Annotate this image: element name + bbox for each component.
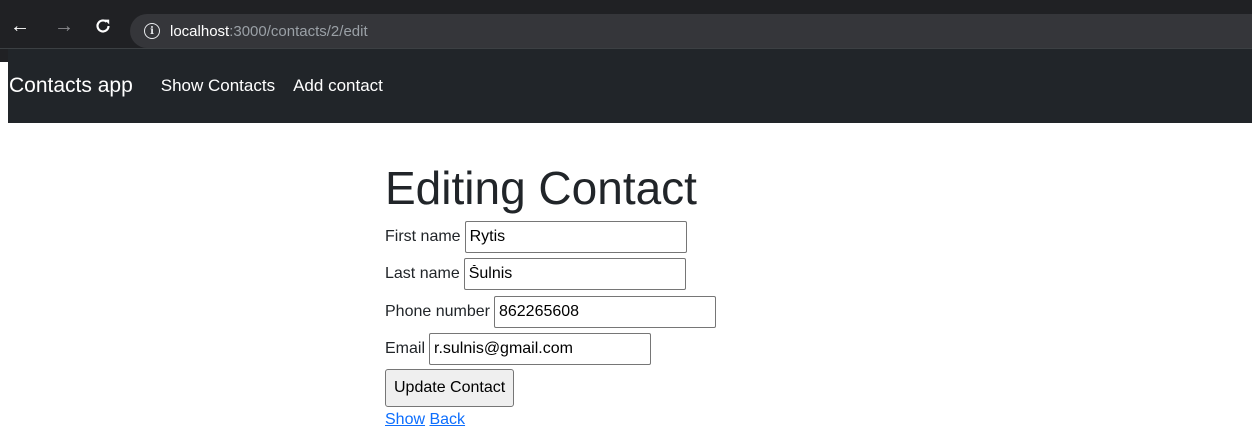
- main-content: Editing Contact First name Last name Pho…: [385, 158, 985, 429]
- nav-link-add-contact[interactable]: Add contact: [293, 76, 383, 96]
- phone-number-input[interactable]: [493, 295, 716, 328]
- info-icon[interactable]: i: [144, 23, 160, 39]
- arrow-right-icon: →: [54, 15, 74, 37]
- app-navbar: Contacts app Show Contacts Add contact: [8, 49, 1252, 123]
- reload-button[interactable]: [91, 14, 115, 38]
- url-path: :3000/contacts/2/edit: [229, 22, 368, 40]
- nav-link-show-contacts[interactable]: Show Contacts: [161, 76, 275, 96]
- update-contact-button[interactable]: Update Contact: [385, 369, 515, 407]
- email-label: Email: [385, 340, 426, 358]
- edit-contact-form: First name Last name Phone number Email …: [385, 218, 985, 407]
- show-link[interactable]: Show: [385, 411, 425, 428]
- last-name-row: Last name: [385, 256, 985, 294]
- back-link[interactable]: Back: [429, 411, 465, 428]
- page-title: Editing Contact: [385, 162, 697, 214]
- footer-links: Show Back: [385, 411, 985, 429]
- phone-number-label: Phone number: [385, 302, 490, 320]
- url-host: localhost: [170, 22, 230, 40]
- address-bar[interactable]: i localhost:3000/contacts/2/edit: [130, 14, 1252, 48]
- last-name-label: Last name: [385, 265, 460, 283]
- email-input[interactable]: [429, 333, 652, 366]
- first-name-row: First name: [385, 218, 985, 256]
- last-name-input[interactable]: [463, 258, 686, 291]
- email-row: Email: [385, 331, 985, 369]
- first-name-label: First name: [385, 227, 461, 245]
- back-button[interactable]: ←: [8, 14, 32, 38]
- arrow-left-icon: ←: [10, 15, 30, 37]
- url-text[interactable]: localhost:3000/contacts/2/edit: [170, 23, 368, 40]
- reload-icon: [96, 19, 110, 33]
- navbar-brand[interactable]: Contacts app: [9, 74, 133, 98]
- phone-number-row: Phone number: [385, 293, 985, 331]
- first-name-input[interactable]: [464, 220, 687, 253]
- forward-button[interactable]: →: [52, 14, 76, 38]
